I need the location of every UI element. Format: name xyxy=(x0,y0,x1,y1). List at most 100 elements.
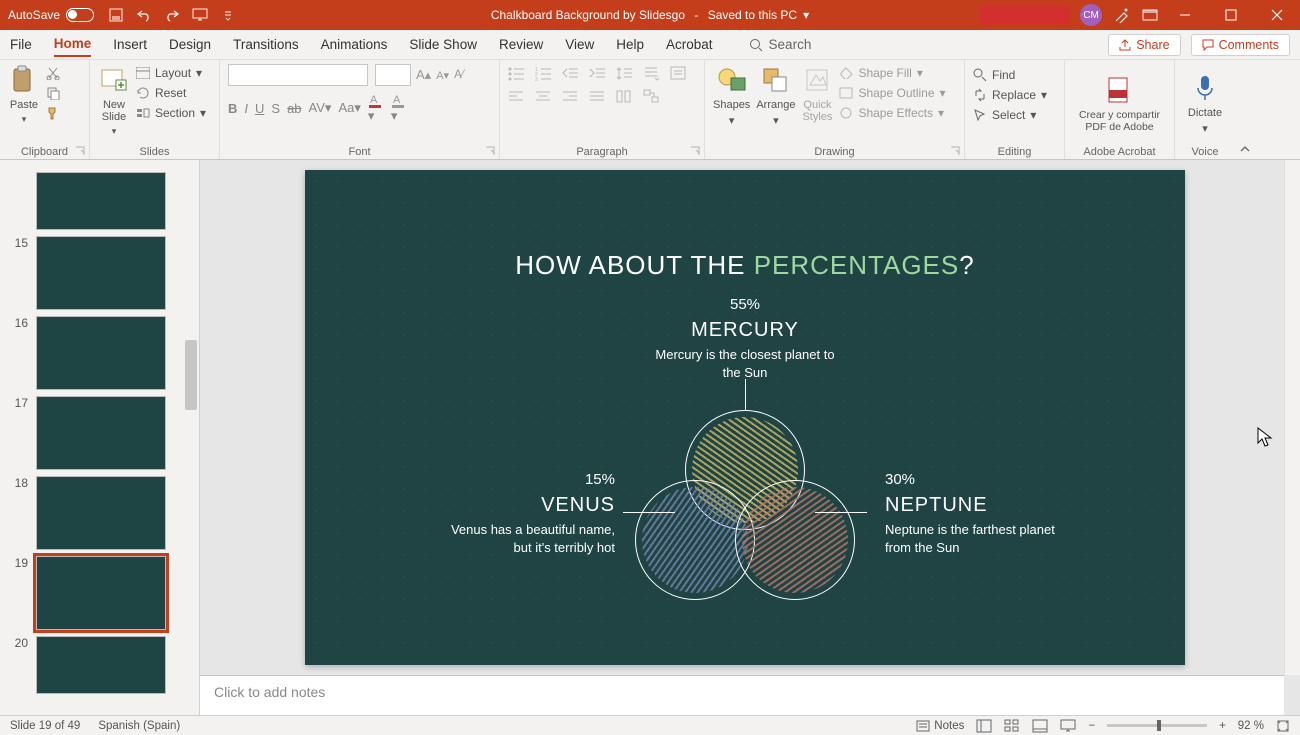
tab-view[interactable]: View xyxy=(565,33,594,56)
replace-button[interactable]: Replace ▾ xyxy=(973,88,1056,102)
change-case-button[interactable]: Aa▾ xyxy=(338,100,360,116)
columns-icon[interactable] xyxy=(616,89,633,104)
thumb-16[interactable] xyxy=(36,316,166,390)
notes-toggle[interactable]: Notes xyxy=(916,720,964,732)
format-painter-button[interactable] xyxy=(46,106,60,120)
tab-animations[interactable]: Animations xyxy=(321,33,388,56)
align-right-icon[interactable] xyxy=(562,89,579,104)
line-spacing-icon[interactable] xyxy=(616,66,633,81)
find-button[interactable]: Find xyxy=(973,68,1056,82)
cut-button[interactable] xyxy=(46,66,60,80)
tab-file[interactable]: File xyxy=(10,33,32,56)
shape-fill-button[interactable]: Shape Fill ▾ xyxy=(839,66,945,80)
bold-button[interactable]: B xyxy=(228,101,237,116)
minimize-button[interactable] xyxy=(1162,0,1208,30)
decrease-font-icon[interactable]: A▾ xyxy=(436,69,449,82)
select-button[interactable]: Select ▾ xyxy=(973,108,1056,122)
qat-more-icon[interactable] xyxy=(220,7,236,23)
adobe-pdf-button[interactable]: Crear y compartir PDF de Adobe xyxy=(1079,74,1160,133)
reset-button[interactable]: Reset xyxy=(136,86,206,100)
thumb-15[interactable] xyxy=(36,236,166,310)
align-left-icon[interactable] xyxy=(508,89,525,104)
zoom-slider[interactable] xyxy=(1107,724,1207,727)
strike-button[interactable]: ab xyxy=(287,101,301,116)
paste-button[interactable]: Paste▾ xyxy=(8,64,40,125)
thumb-17[interactable] xyxy=(36,396,166,470)
section-button[interactable]: Section ▾ xyxy=(136,106,206,120)
thumb-14[interactable] xyxy=(36,172,166,230)
font-color-button[interactable]: A▾ xyxy=(368,92,384,124)
indent-dec-icon[interactable] xyxy=(562,66,579,81)
zoom-in-button[interactable]: + xyxy=(1219,720,1226,732)
indent-inc-icon[interactable] xyxy=(589,66,606,81)
numbering-icon[interactable]: 123 xyxy=(535,66,552,81)
copy-button[interactable] xyxy=(46,86,60,100)
align-text-icon[interactable] xyxy=(670,66,687,81)
dictate-button[interactable]: Dictate▾ xyxy=(1188,72,1222,135)
tab-insert[interactable]: Insert xyxy=(113,33,147,56)
view-reading-icon[interactable] xyxy=(1032,719,1048,733)
shape-effects-button[interactable]: Shape Effects ▾ xyxy=(839,106,945,120)
shape-outline-button[interactable]: Shape Outline ▾ xyxy=(839,86,945,100)
thumbnail-scrollbar[interactable] xyxy=(183,160,199,715)
increase-font-icon[interactable]: A▴ xyxy=(416,67,431,83)
layout-button[interactable]: Layout ▾ xyxy=(136,66,206,80)
maximize-button[interactable] xyxy=(1208,0,1254,30)
canvas-scrollbar[interactable] xyxy=(1284,160,1300,675)
justify-icon[interactable] xyxy=(589,89,606,104)
highlight-button[interactable]: A▾ xyxy=(391,92,407,124)
notes-pane[interactable]: Click to add notes xyxy=(200,675,1284,715)
present-icon[interactable] xyxy=(192,7,208,23)
tab-review[interactable]: Review xyxy=(499,33,543,56)
coming-soon-icon[interactable] xyxy=(1114,7,1130,23)
collapse-ribbon-icon[interactable] xyxy=(1235,60,1255,159)
chevron-down-icon[interactable]: ▾ xyxy=(803,8,809,22)
redo-icon[interactable] xyxy=(164,7,180,23)
thumb-19[interactable] xyxy=(36,556,166,630)
underline-button[interactable]: U xyxy=(255,101,264,116)
share-button[interactable]: Share xyxy=(1108,34,1180,56)
slide-counter[interactable]: Slide 19 of 49 xyxy=(10,720,80,732)
tab-slideshow[interactable]: Slide Show xyxy=(409,33,477,56)
autosave-toggle[interactable]: AutoSave xyxy=(8,8,94,22)
slide-canvas[interactable]: HOW ABOUT THE PERCENTAGES? 55% MERCURY M… xyxy=(305,170,1185,665)
new-slide-button[interactable]: New Slide▾ xyxy=(98,64,130,137)
slide-canvas-area[interactable]: HOW ABOUT THE PERCENTAGES? 55% MERCURY M… xyxy=(200,160,1300,715)
text-direction-icon[interactable] xyxy=(643,66,660,81)
tab-transitions[interactable]: Transitions xyxy=(233,33,299,56)
language-status[interactable]: Spanish (Spain) xyxy=(98,720,180,732)
tell-me-search[interactable]: Search xyxy=(749,37,812,52)
undo-icon[interactable] xyxy=(136,7,152,23)
zoom-value[interactable]: 92 % xyxy=(1238,720,1264,732)
fit-window-icon[interactable] xyxy=(1276,719,1290,733)
view-sorter-icon[interactable] xyxy=(1004,719,1020,733)
tab-design[interactable]: Design xyxy=(169,33,211,56)
view-slideshow-icon[interactable] xyxy=(1060,719,1076,733)
ribbon-display-icon[interactable] xyxy=(1142,7,1158,23)
close-button[interactable] xyxy=(1254,0,1300,30)
font-size-combo[interactable] xyxy=(375,64,411,86)
save-icon[interactable] xyxy=(108,7,124,23)
align-center-icon[interactable] xyxy=(535,89,552,104)
comments-button[interactable]: Comments xyxy=(1191,34,1290,56)
font-name-combo[interactable] xyxy=(228,64,368,86)
arrange-button[interactable]: Arrange▾ xyxy=(756,64,795,127)
spacing-button[interactable]: AV▾ xyxy=(309,100,332,116)
shadow-button[interactable]: S xyxy=(271,101,280,116)
italic-button[interactable]: I xyxy=(244,101,248,116)
shapes-button[interactable]: Shapes▾ xyxy=(713,64,750,127)
smartart-icon[interactable] xyxy=(643,89,660,104)
user-avatar[interactable]: CM xyxy=(1080,4,1102,26)
thumb-18[interactable] xyxy=(36,476,166,550)
tab-acrobat[interactable]: Acrobat xyxy=(666,33,713,56)
thumb-20[interactable] xyxy=(36,636,166,694)
clear-format-icon[interactable]: A⁄ xyxy=(454,69,464,81)
zoom-out-button[interactable]: − xyxy=(1088,720,1095,732)
thumb-num: 17 xyxy=(10,396,28,410)
toggle-off-icon[interactable] xyxy=(66,8,94,22)
view-normal-icon[interactable] xyxy=(976,719,992,733)
tab-home[interactable]: Home xyxy=(54,32,92,57)
slide-thumbnail-panel[interactable]: 14 15 16 17 18 19 20 xyxy=(0,160,200,715)
tab-help[interactable]: Help xyxy=(616,33,644,56)
bullets-icon[interactable] xyxy=(508,66,525,81)
